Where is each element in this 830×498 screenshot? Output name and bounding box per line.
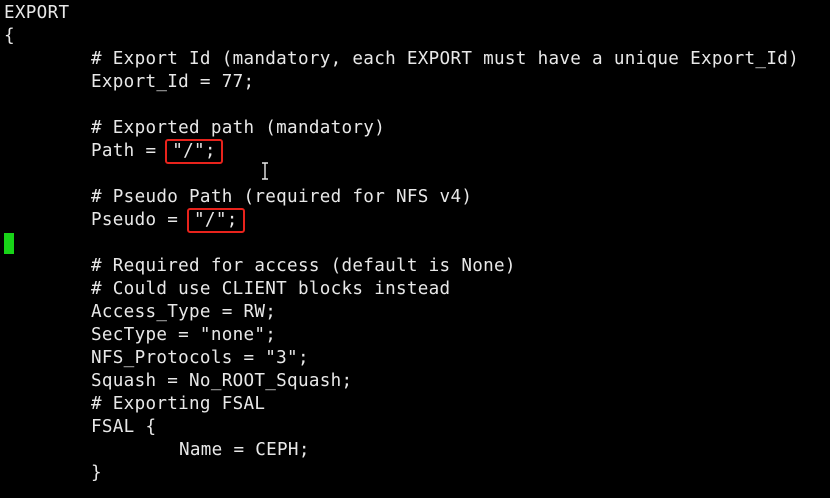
code-line-comment-pseudo-path: # Pseudo Path (required for NFS v4) bbox=[91, 187, 473, 207]
code-line-squash: Squash = No_ROOT_Squash; bbox=[91, 371, 353, 391]
pseudo-value-highlight: "/"; bbox=[187, 208, 245, 233]
code-line-fsal-open: FSAL { bbox=[91, 417, 157, 437]
code-line-comment-required-access: # Required for access (default is None) bbox=[91, 256, 516, 276]
code-line-fsal-name: Name = CEPH; bbox=[179, 440, 310, 460]
code-line-export-id: Export_Id = 77; bbox=[91, 72, 255, 92]
code-line-pseudo: Pseudo = "/"; bbox=[4, 208, 799, 233]
code-line-access-type: Access_Type = RW; bbox=[91, 302, 277, 322]
code-line-comment-exporting-fsal: # Exporting FSAL bbox=[91, 394, 266, 414]
editor-buffer[interactable]: EXPORT { # Export Id (mandatory, each EX… bbox=[4, 2, 799, 485]
code-line-nfs-protocols: NFS_Protocols = "3"; bbox=[91, 348, 309, 368]
path-value-highlight: "/"; bbox=[165, 139, 223, 164]
code-line-export: EXPORT bbox=[4, 3, 70, 23]
code-line-comment-exported-path: # Exported path (mandatory) bbox=[91, 118, 386, 138]
code-line-comment-export-id: # Export Id (mandatory, each EXPORT must… bbox=[91, 49, 800, 69]
code-line-path: Path = "/"; bbox=[4, 139, 799, 164]
code-line-open-brace: { bbox=[4, 26, 15, 46]
text-cursor-block bbox=[4, 233, 14, 254]
code-line-fsal-close: } bbox=[91, 463, 102, 483]
pseudo-key: Pseudo = bbox=[91, 210, 190, 230]
path-key: Path = bbox=[91, 141, 168, 161]
code-line-sectype: SecType = "none"; bbox=[91, 325, 277, 345]
code-line-comment-client-blocks: # Could use CLIENT blocks instead bbox=[91, 279, 451, 299]
terminal-window[interactable]: EXPORT { # Export Id (mandatory, each EX… bbox=[0, 0, 830, 498]
text-cursor-icon bbox=[262, 162, 268, 180]
